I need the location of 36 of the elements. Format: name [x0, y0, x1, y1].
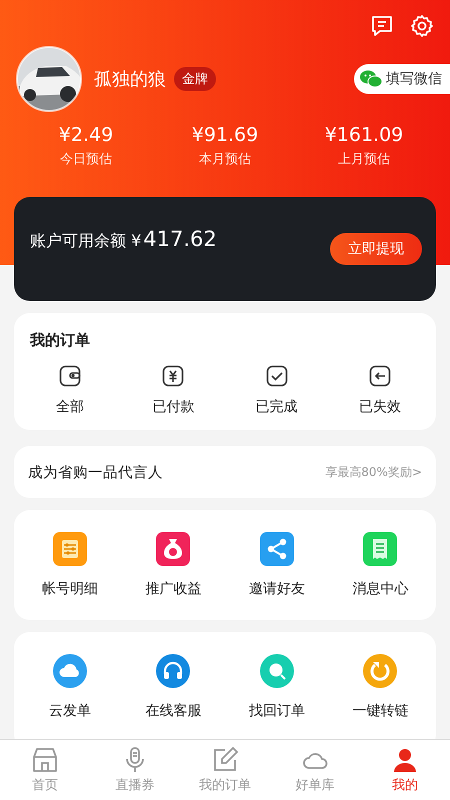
amount-label: 上月预估: [338, 151, 390, 168]
menu-item[interactable]: 云发单: [18, 654, 122, 720]
settings-icon[interactable]: [410, 14, 434, 38]
order-item[interactable]: 全部: [40, 364, 100, 416]
person-icon: [391, 746, 419, 774]
menu-item[interactable]: 一键转链: [328, 654, 432, 720]
message-icon[interactable]: [370, 14, 394, 38]
menu-item[interactable]: 推广收益: [122, 532, 225, 598]
level-badge: 金牌: [174, 67, 216, 91]
order-item[interactable]: 已完成: [246, 364, 307, 416]
amount-value: ¥2.49: [58, 124, 114, 146]
section-title: 我的订单: [30, 331, 91, 350]
wechat-button[interactable]: 填写微信: [354, 64, 450, 94]
menu-item[interactable]: 帐号明细: [18, 532, 122, 598]
user-name: 孤独的狼: [94, 68, 166, 91]
amount-value: ¥161.09: [324, 124, 404, 146]
order-item[interactable]: 已失效: [350, 364, 410, 416]
order-item[interactable]: 已付款: [143, 364, 204, 416]
balance-text: 账户可用余额 ¥417.62: [30, 227, 217, 252]
promo-title: 成为省购一品代言人: [28, 464, 163, 482]
menu-item[interactable]: 找回订单: [225, 654, 328, 720]
house-icon: [31, 746, 59, 774]
menu-item[interactable]: 在线客服: [122, 654, 225, 720]
tab[interactable]: 我的: [360, 740, 450, 800]
withdraw-button[interactable]: 立即提现: [330, 233, 422, 265]
menu-item[interactable]: 邀请好友: [225, 532, 328, 598]
edit-icon: [211, 746, 239, 774]
check-icon: [264, 364, 289, 388]
amount-value: ¥91.69: [192, 124, 258, 146]
amount-label: 今日预估: [60, 151, 112, 168]
menu-item[interactable]: 消息中心: [328, 532, 432, 598]
wallet-icon: [58, 364, 82, 388]
return-icon: [368, 364, 392, 388]
yen-icon: [161, 364, 186, 388]
wechat-icon: [360, 70, 382, 88]
amount-label: 本月预估: [199, 151, 251, 168]
